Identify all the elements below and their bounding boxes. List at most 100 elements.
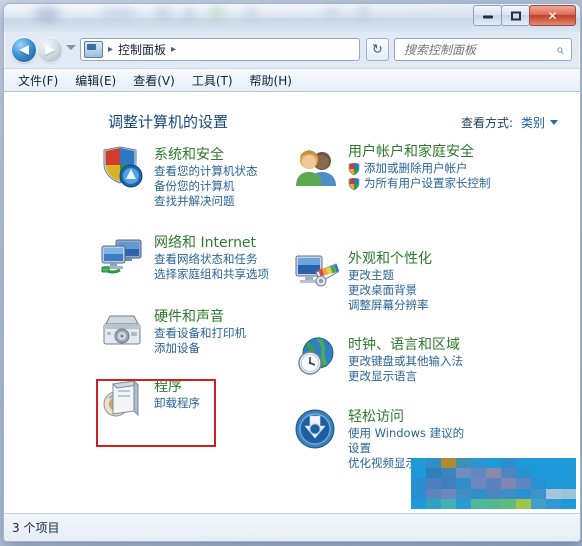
- mosaic-tile: [441, 478, 456, 489]
- mosaic-tile: [561, 458, 576, 469]
- content-pane: 调整计算机的设置 查看方式: 类别 系统和安全 查看您的计算机状态 备份您的计算…: [4, 92, 580, 513]
- menu-bar: 文件(F) 编辑(E) 查看(V) 工具(T) 帮助(H): [4, 68, 580, 92]
- category-link[interactable]: 备份您的计算机: [154, 179, 280, 194]
- category-title[interactable]: 外观和个性化: [348, 251, 432, 267]
- address-bar[interactable]: ▸ 控制面板 ▸: [80, 38, 360, 61]
- category-column-right: 用户帐户和家庭安全 添加或删除用户帐户 为所有用户设置家长控制 外观和个性化 更…: [294, 144, 494, 486]
- mosaic-tile: [516, 468, 531, 479]
- category-link[interactable]: 为所有用户设置家长控制: [348, 176, 494, 191]
- mosaic-tile: [441, 498, 456, 509]
- breadcrumb-separator-icon[interactable]: ▸: [171, 44, 176, 55]
- category-body: 网络和 Internet 查看网络状态和任务 选择家庭组和共享选项: [154, 232, 280, 282]
- appearance-personalization-icon: [294, 250, 340, 292]
- mosaic-tile: [426, 478, 441, 489]
- minimize-button[interactable]: [473, 5, 502, 26]
- breadcrumb-separator-icon: ▸: [108, 44, 114, 55]
- mosaic-tile: [486, 498, 501, 509]
- category-user-accounts-and-family-safety: 用户帐户和家庭安全 添加或删除用户帐户 为所有用户设置家长控制: [294, 144, 494, 236]
- menu-item-file[interactable]: 文件(F): [18, 72, 58, 89]
- mosaic-tile: [411, 458, 426, 469]
- search-input[interactable]: [402, 41, 546, 58]
- minimize-icon: [482, 15, 493, 19]
- mosaic-tile: [471, 458, 486, 469]
- user-accounts-icon: [294, 146, 340, 188]
- category-title[interactable]: 轻松访问: [348, 409, 404, 425]
- category-title[interactable]: 网络和 Internet: [154, 235, 256, 251]
- category-clock-language-region: 时钟、语言和区域 更改键盘或其他输入法 更改显示语言: [294, 334, 494, 394]
- maximize-button[interactable]: [501, 5, 530, 26]
- category-title[interactable]: 系统和安全: [154, 147, 224, 163]
- forward-button[interactable]: ▶: [38, 38, 62, 62]
- uac-shield-icon: [348, 162, 360, 176]
- mosaic-tile: [531, 468, 546, 479]
- category-link[interactable]: 调整屏幕分辨率: [348, 298, 494, 313]
- category-link[interactable]: 使用 Windows 建议的设置: [348, 426, 466, 456]
- category-link[interactable]: 更改桌面背景: [348, 283, 494, 298]
- mosaic-tile: [411, 478, 426, 489]
- mosaic-tile: [486, 458, 501, 469]
- mosaic-tile: [471, 498, 486, 509]
- recent-pages-chevron-down-icon[interactable]: [66, 45, 76, 50]
- category-title[interactable]: 程序: [154, 379, 182, 395]
- category-body: 外观和个性化 更改主题 更改桌面背景 调整屏幕分辨率: [348, 248, 494, 313]
- close-button[interactable]: ✕: [529, 5, 576, 26]
- window-titlebar[interactable]: ✕: [4, 4, 580, 32]
- mosaic-tile: [531, 488, 546, 499]
- search-icon[interactable]: ⌕: [556, 42, 564, 58]
- category-link[interactable]: 卸载程序: [154, 396, 280, 411]
- category-link[interactable]: 添加设备: [154, 341, 280, 356]
- category-body: 程序 卸载程序: [154, 376, 280, 411]
- search-box[interactable]: ⌕: [394, 38, 572, 61]
- mosaic-tile: [411, 498, 426, 509]
- mosaic-tile: [501, 468, 516, 479]
- mosaic-tile: [501, 488, 516, 499]
- mosaic-tile: [441, 488, 456, 499]
- category-link[interactable]: 查看您的计算机状态: [154, 164, 280, 179]
- menu-item-help[interactable]: 帮助(H): [250, 72, 292, 89]
- security-shield-icon: [100, 146, 146, 188]
- menu-item-edit[interactable]: 编辑(E): [75, 72, 116, 89]
- mosaic-censor-overlay: [411, 458, 576, 509]
- category-title[interactable]: 时钟、语言和区域: [348, 337, 460, 353]
- category-link[interactable]: 更改主题: [348, 268, 494, 283]
- network-internet-icon: [100, 234, 146, 276]
- mosaic-tile: [456, 498, 471, 509]
- category-title[interactable]: 用户帐户和家庭安全: [348, 144, 494, 161]
- navigation-bar: ◀ ▶ ▸ 控制面板 ▸ ↻ ⌕: [4, 32, 580, 68]
- category-link[interactable]: 更改键盘或其他输入法: [348, 354, 494, 369]
- view-by-value[interactable]: 类别: [521, 114, 545, 131]
- view-by-label: 查看方式:: [460, 116, 513, 130]
- menu-item-tools[interactable]: 工具(T): [192, 72, 233, 89]
- category-link[interactable]: 查找并解决问题: [154, 194, 280, 209]
- titlebar-artifact: [34, 6, 60, 22]
- mosaic-tile: [441, 458, 456, 469]
- category-link[interactable]: 添加或删除用户帐户: [348, 161, 494, 176]
- category-body: 用户帐户和家庭安全 添加或删除用户帐户 为所有用户设置家长控制: [348, 144, 494, 191]
- refresh-button[interactable]: ↻: [366, 38, 389, 61]
- menu-item-view[interactable]: 查看(V): [133, 72, 175, 89]
- category-body: 时钟、语言和区域 更改键盘或其他输入法 更改显示语言: [348, 334, 494, 384]
- mosaic-tile: [456, 478, 471, 489]
- category-network-and-internet: 网络和 Internet 查看网络状态和任务 选择家庭组和共享选项: [100, 232, 280, 294]
- mosaic-tile: [486, 488, 501, 499]
- mosaic-tile: [456, 468, 471, 479]
- category-link[interactable]: 更改显示语言: [348, 369, 494, 384]
- mosaic-tile: [546, 488, 561, 499]
- desktop-background: ✕ ◀ ▶ ▸ 控制面板 ▸ ↻ 搜索控制面板 ⌕ 文件(F) 编辑(E) 查看…: [0, 0, 582, 546]
- mosaic-tile: [516, 478, 531, 489]
- window-control-buttons: ✕: [473, 5, 576, 26]
- category-title[interactable]: 硬件和声音: [154, 309, 224, 325]
- mosaic-tile: [486, 468, 501, 479]
- category-link[interactable]: 查看设备和打印机: [154, 326, 280, 341]
- category-appearance-and-personalization: 外观和个性化 更改主题 更改桌面背景 调整屏幕分辨率: [294, 248, 494, 322]
- mosaic-tile: [501, 498, 516, 509]
- category-link[interactable]: 选择家庭组和共享选项: [154, 267, 280, 282]
- mosaic-tile: [531, 498, 546, 509]
- view-by-chevron-down-icon[interactable]: [550, 120, 558, 125]
- mosaic-tile: [561, 498, 576, 509]
- category-link[interactable]: 查看网络状态和任务: [154, 252, 280, 267]
- breadcrumb-control-panel[interactable]: 控制面板: [118, 41, 166, 58]
- status-item-count: 3 个项目: [12, 521, 60, 535]
- back-button[interactable]: ◀: [12, 38, 36, 62]
- mosaic-tile: [426, 468, 441, 479]
